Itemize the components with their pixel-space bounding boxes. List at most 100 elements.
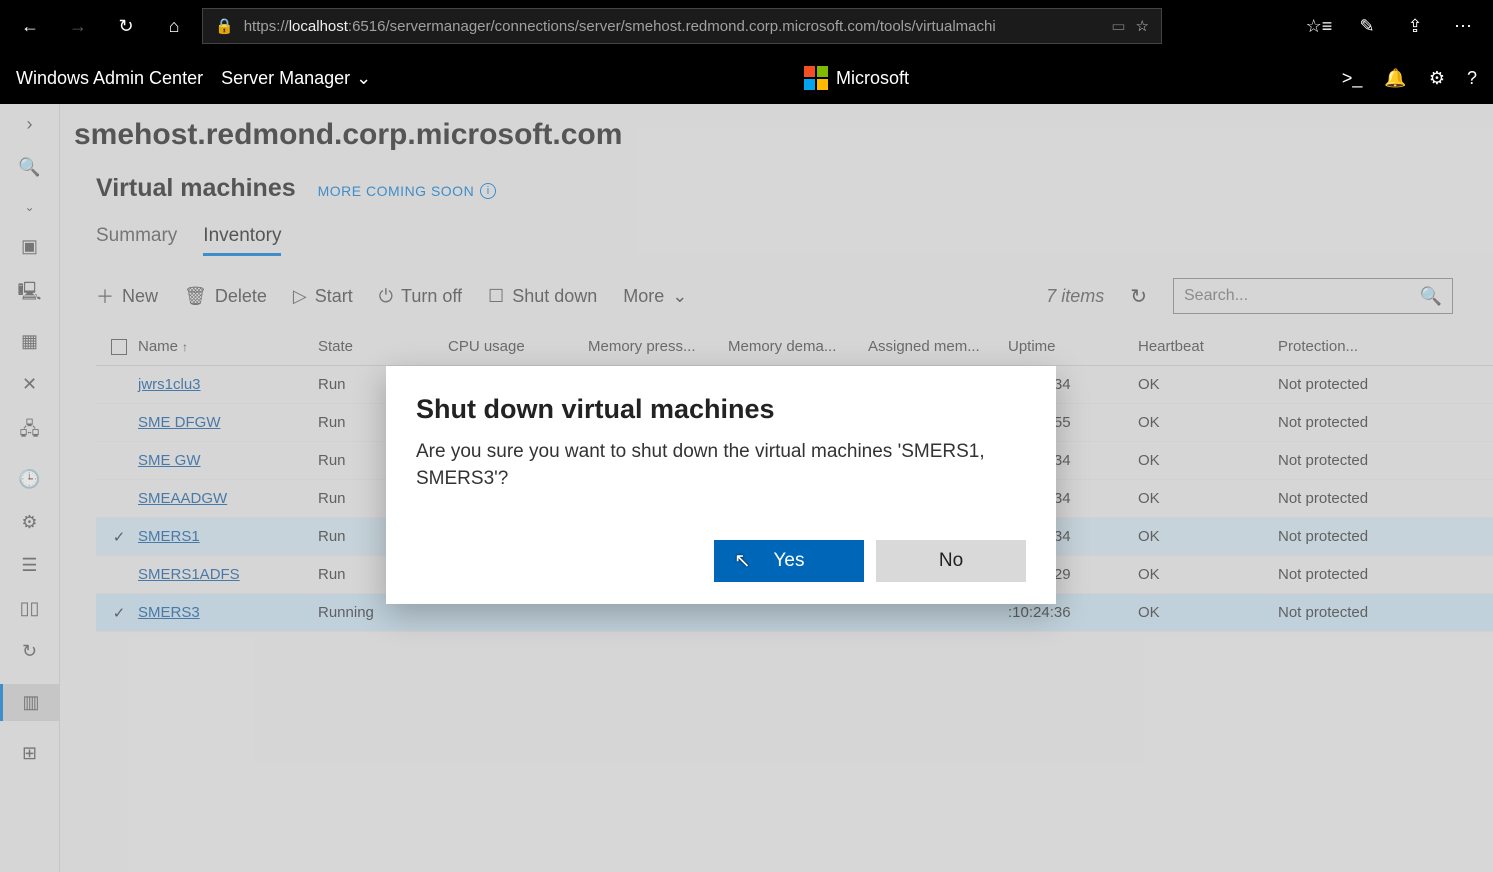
notes-icon[interactable]: ✎ (1347, 6, 1387, 46)
col-uptime[interactable]: Uptime (1008, 338, 1138, 355)
page-title: Virtual machines (96, 174, 296, 203)
row-check: ✓ (100, 528, 138, 546)
new-label: New (122, 286, 158, 307)
select-all-checkbox[interactable] (111, 339, 127, 355)
url-scheme: https:// (244, 18, 289, 35)
rail-apps-icon[interactable]: ▦ (21, 331, 38, 352)
notifications-icon[interactable]: 🔔 (1384, 68, 1406, 89)
start-button[interactable]: ▷ Start (293, 286, 353, 307)
rail-chevron-icon[interactable]: ⌄ (24, 200, 34, 214)
host-title: smehost.redmond.corp.microsoft.com (74, 118, 1493, 152)
console-icon[interactable]: >_ (1342, 68, 1363, 89)
more-icon[interactable]: ⋯ (1443, 6, 1483, 46)
rail-expand[interactable]: › (27, 114, 33, 135)
rail-terminal-icon[interactable]: ▣ (21, 236, 38, 257)
rail-vm-icon[interactable]: ▥ (0, 684, 59, 721)
heartbeat-cell: OK (1138, 414, 1278, 431)
trash-icon: 🗑 (184, 286, 207, 307)
home-button[interactable]: ⌂ (154, 6, 194, 46)
rail-close-icon[interactable]: ✕ (22, 374, 37, 395)
table-header: Name↑ State CPU usage Memory press... Me… (96, 328, 1493, 366)
col-memdemand[interactable]: Memory dema... (728, 338, 868, 355)
search-input[interactable] (1184, 287, 1420, 305)
plus-icon: ＋ (96, 283, 114, 309)
chevron-down-icon: ⌄ (356, 68, 371, 89)
col-heartbeat[interactable]: Heartbeat (1138, 338, 1278, 355)
lock-icon: 🔒 (215, 17, 234, 35)
delete-label: Delete (215, 286, 267, 307)
protection-cell: Not protected (1278, 566, 1418, 583)
heartbeat-cell: OK (1138, 566, 1278, 583)
dialog-body: Are you sure you want to shut down the v… (416, 439, 1026, 492)
address-bar[interactable]: 🔒 https://localhost:6516/servermanager/c… (202, 8, 1162, 44)
tabs: Summary Inventory (96, 225, 1493, 256)
rail-schedule-icon[interactable]: 🕒 (18, 469, 40, 490)
app-title[interactable]: Windows Admin Center (16, 68, 203, 89)
favorite-star-icon[interactable]: ☆ (1136, 17, 1149, 35)
col-mempress[interactable]: Memory press... (588, 338, 728, 355)
share-icon[interactable]: ⇪ (1395, 6, 1435, 46)
rail-devices-icon[interactable]: 🖳 (17, 279, 41, 309)
start-label: Start (315, 286, 353, 307)
uptime-cell: :10:24:36 (1008, 604, 1138, 621)
forward-button[interactable]: → (58, 6, 98, 46)
url-path: :6516/servermanager/connections/server/s… (348, 18, 996, 35)
vm-link[interactable]: SME GW (138, 452, 201, 469)
back-button[interactable]: ← (10, 6, 50, 46)
protection-cell: Not protected (1278, 376, 1418, 393)
tab-inventory[interactable]: Inventory (203, 225, 281, 256)
heartbeat-cell: OK (1138, 376, 1278, 393)
new-button[interactable]: ＋ New (96, 283, 158, 309)
reading-view-icon[interactable]: ▭ (1111, 17, 1125, 35)
col-assignedmem[interactable]: Assigned mem... (868, 338, 1008, 355)
shutdown-button[interactable]: ☐Shut down (488, 286, 597, 307)
refresh-list-button[interactable]: ↻ (1130, 284, 1147, 309)
refresh-button[interactable]: ↻ (106, 6, 146, 46)
vm-link[interactable]: SME DFGW (138, 414, 221, 431)
confirm-dialog: Shut down virtual machines Are you sure … (386, 366, 1056, 604)
vm-link[interactable]: SMERS3 (138, 604, 200, 621)
state-cell: Running (318, 604, 448, 621)
rail-storage-icon[interactable]: ☰ (21, 555, 37, 576)
vm-name-cell: jwrs1clu3 (138, 376, 318, 393)
search-box[interactable]: 🔍 (1173, 278, 1453, 314)
col-protection[interactable]: Protection... (1278, 338, 1418, 355)
help-icon[interactable]: ? (1467, 68, 1477, 89)
col-state[interactable]: State (318, 338, 448, 355)
delete-button[interactable]: 🗑 Delete (184, 286, 267, 307)
browser-toolbar: ← → ↻ ⌂ 🔒 https://localhost:6516/serverm… (0, 0, 1493, 52)
rail-book-icon[interactable]: ▯▯ (20, 598, 40, 619)
protection-cell: Not protected (1278, 528, 1418, 545)
tab-summary[interactable]: Summary (96, 225, 177, 256)
more-label: More (623, 286, 664, 307)
vm-name-cell: SME GW (138, 452, 318, 469)
col-cpu[interactable]: CPU usage (448, 338, 588, 355)
turnoff-button[interactable]: ⏻Turn off (379, 286, 462, 307)
chevron-down-icon: ⌄ (672, 286, 687, 307)
info-icon: i (480, 183, 496, 199)
microsoft-logo-icon (804, 66, 828, 90)
context-dropdown[interactable]: Server Manager ⌄ (221, 68, 371, 89)
coming-soon-link[interactable]: MORE COMING SOON i (318, 183, 497, 199)
url-host: localhost (289, 18, 348, 35)
search-icon: 🔍 (1420, 286, 1442, 307)
more-button[interactable]: More ⌄ (623, 286, 687, 307)
favorites-icon[interactable]: ☆≡ (1299, 6, 1339, 46)
item-count: 7 items (1046, 286, 1104, 307)
shutdown-label: Shut down (512, 286, 597, 307)
rail-gear-icon[interactable]: ⚙ (21, 512, 37, 533)
dialog-no-button[interactable]: No (876, 540, 1026, 582)
settings-icon[interactable]: ⚙ (1429, 68, 1445, 89)
rail-switch-icon[interactable]: ⊞ (22, 743, 37, 764)
rail-search-icon[interactable]: 🔍 (18, 157, 40, 178)
rail-network-icon[interactable]: 🖧 (19, 417, 39, 447)
vm-link[interactable]: SMERS1ADFS (138, 566, 240, 583)
vm-link[interactable]: SMERS1 (138, 528, 200, 545)
col-name[interactable]: Name↑ (138, 338, 318, 355)
vm-link[interactable]: jwrs1clu3 (138, 376, 201, 393)
dialog-yes-button[interactable]: ↖ Yes (714, 540, 864, 582)
rail-updates-icon[interactable]: ↻ (22, 641, 37, 662)
play-icon: ▷ (293, 286, 307, 307)
vm-link[interactable]: SMEAADGW (138, 490, 227, 507)
app-header: Windows Admin Center Server Manager ⌄ Mi… (0, 52, 1493, 104)
